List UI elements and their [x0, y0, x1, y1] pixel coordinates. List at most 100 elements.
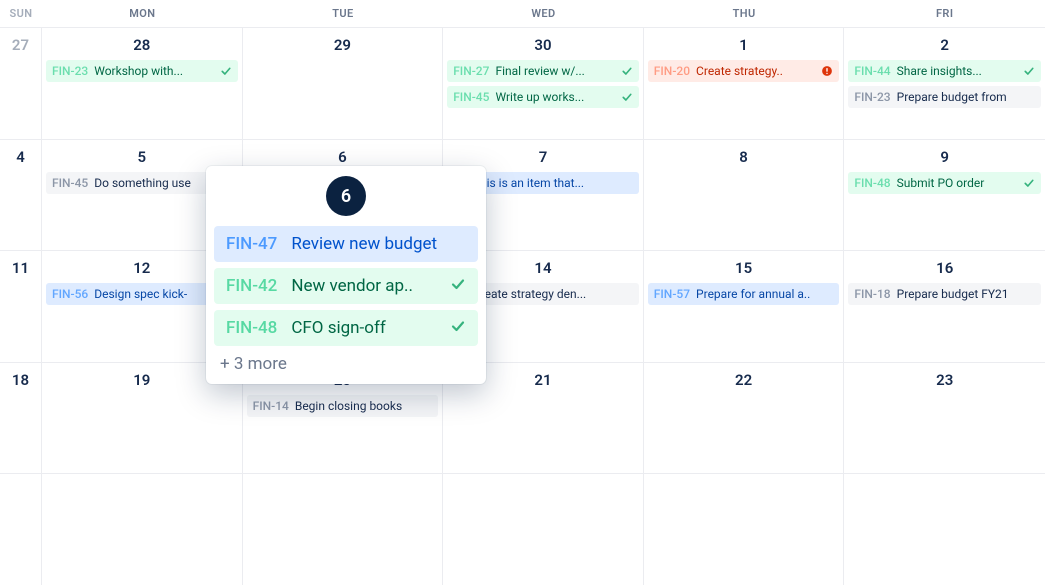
calendar-item[interactable]: FIN-27 Final review w/... — [447, 60, 639, 82]
day-cell[interactable] — [644, 474, 845, 585]
date-number: 28 — [46, 36, 238, 54]
day-cell[interactable]: 8 — [644, 140, 845, 251]
item-title: New vendor ap.. — [291, 276, 436, 296]
popup-items: FIN-47Review new budget FIN-42New vendor … — [214, 226, 478, 346]
day-cell-sun[interactable]: 4 — [0, 140, 42, 251]
item-key: FIN-27 — [453, 64, 489, 78]
day-items: FIN-44 Share insights... FIN-23 Prepare bud… — [848, 60, 1041, 108]
check-icon — [1023, 177, 1035, 189]
status-check — [220, 65, 232, 77]
status-check — [450, 318, 466, 339]
day-cell[interactable]: 15 FIN-57Prepare for annual a.. — [644, 251, 845, 362]
alert-icon — [821, 65, 833, 77]
check-icon — [450, 318, 466, 334]
check-icon — [1023, 65, 1035, 77]
weekday-label: TUE — [243, 0, 444, 27]
day-items: FIN-14 Begin closing books — [247, 395, 439, 417]
item-title: Final review w/... — [495, 64, 614, 78]
day-cell-sun[interactable] — [0, 474, 42, 585]
check-icon — [621, 65, 633, 77]
week-row: 2728FIN-23Workshop with...2930FIN-27Fina… — [0, 28, 1045, 140]
day-cell[interactable]: 28 FIN-23Workshop with... — [42, 28, 243, 139]
day-cell[interactable]: 9 FIN-48Submit PO order — [844, 140, 1045, 251]
day-items: FIN-20Create strategy.. — [648, 60, 840, 82]
week-row — [0, 474, 1045, 585]
date-number: 1 — [648, 36, 840, 54]
date-number: 15 — [648, 259, 840, 277]
day-items: FIN-48Submit PO order — [848, 172, 1041, 194]
weekday-label: MON — [42, 0, 243, 27]
day-items: FIN-27 Final review w/... FIN-45Write up w… — [447, 60, 639, 108]
date-number: 16 — [848, 259, 1041, 277]
date-number: 22 — [648, 371, 840, 389]
check-icon — [220, 65, 232, 77]
popup-more-link[interactable]: + 3 more — [214, 346, 478, 376]
popup-item[interactable]: FIN-42New vendor ap.. — [214, 268, 478, 304]
weekday-label: THU — [644, 0, 845, 27]
calendar-item[interactable]: FIN-45Write up works... — [447, 86, 639, 108]
calendar-item[interactable]: FIN-18 Prepare budget FY21 — [848, 283, 1041, 305]
item-key: FIN-14 — [253, 399, 289, 413]
popup-item[interactable]: FIN-47Review new budget — [214, 226, 478, 262]
day-cell[interactable] — [42, 474, 243, 585]
weekday-label: FRI — [844, 0, 1045, 27]
day-cell-sun[interactable]: 11 — [0, 251, 42, 362]
item-title: Write up works... — [495, 90, 614, 104]
date-number: 29 — [247, 36, 439, 54]
item-title: Create strategy den... — [473, 287, 633, 301]
weekday-label: WED — [443, 0, 644, 27]
item-key: FIN-56 — [52, 287, 88, 301]
day-items: FIN-57Prepare for annual a.. — [648, 283, 840, 305]
calendar-item[interactable]: FIN-14 Begin closing books — [247, 395, 439, 417]
date-number: 5 — [46, 148, 238, 166]
check-icon — [621, 91, 633, 103]
item-key: FIN-23 — [854, 90, 890, 104]
item-title: Submit PO order — [897, 176, 1017, 190]
day-cell-sun[interactable]: 27 — [0, 28, 42, 139]
calendar-item[interactable]: FIN-23Workshop with... — [46, 60, 238, 82]
date-number: 30 — [447, 36, 639, 54]
item-title: Prepare for annual a.. — [696, 287, 833, 301]
day-items: FIN-23Workshop with... — [46, 60, 238, 82]
item-title: Share insights... — [897, 64, 1017, 78]
day-cell[interactable]: 29 — [243, 28, 444, 139]
calendar-month-view: SUNMONTUEWEDTHUFRI 2728FIN-23Workshop wi… — [0, 0, 1045, 585]
item-title: Prepare budget from — [897, 90, 1035, 104]
calendar-item[interactable]: FIN-44 Share insights... — [848, 60, 1041, 82]
item-title: This is an item that... — [473, 176, 633, 190]
item-title: Begin closing books — [295, 399, 432, 413]
day-cell[interactable] — [844, 474, 1045, 585]
calendar-item[interactable]: FIN-57Prepare for annual a.. — [648, 283, 840, 305]
day-cell[interactable]: 22 — [644, 363, 845, 474]
item-key: FIN-44 — [854, 64, 890, 78]
popup-item[interactable]: FIN-48 CFO sign-off — [214, 310, 478, 346]
day-cell[interactable]: 1 FIN-20Create strategy.. — [644, 28, 845, 139]
item-title: Workshop with... — [94, 64, 213, 78]
calendar-item[interactable]: FIN-23 Prepare budget from — [848, 86, 1041, 108]
item-key: FIN-18 — [854, 287, 890, 301]
date-number: 6 — [247, 148, 439, 166]
item-title: Review new budget — [291, 234, 466, 254]
item-title: Prepare budget FY21 — [897, 287, 1035, 301]
calendar-item[interactable]: FIN-20Create strategy.. — [648, 60, 840, 82]
status-check — [621, 91, 633, 103]
status-check — [621, 65, 633, 77]
date-number: 23 — [848, 371, 1041, 389]
calendar-item[interactable]: FIN-48Submit PO order — [848, 172, 1041, 194]
day-cell[interactable]: 23 — [844, 363, 1045, 474]
day-cell[interactable]: 16 FIN-18 Prepare budget FY21 — [844, 251, 1045, 362]
status-check — [450, 276, 466, 297]
item-title: CFO sign-off — [291, 318, 436, 338]
item-key: FIN-45 — [52, 176, 88, 190]
date-number: 9 — [848, 148, 1041, 166]
date-number: 2 — [848, 36, 1041, 54]
day-cell[interactable]: 2 FIN-44 Share insights... FIN-23 Prepare bu… — [844, 28, 1045, 139]
day-cell[interactable] — [443, 474, 644, 585]
item-title: Create strategy.. — [696, 64, 815, 78]
item-key: FIN-48 — [226, 318, 277, 338]
day-cell-sun[interactable]: 18 — [0, 363, 42, 474]
day-cell[interactable]: 30 FIN-27 Final review w/... FIN-45Write up… — [443, 28, 644, 139]
status-alert — [821, 65, 833, 77]
week-row: 181920FIN-14Begin closing books212223 — [0, 363, 1045, 475]
day-cell[interactable] — [243, 474, 444, 585]
